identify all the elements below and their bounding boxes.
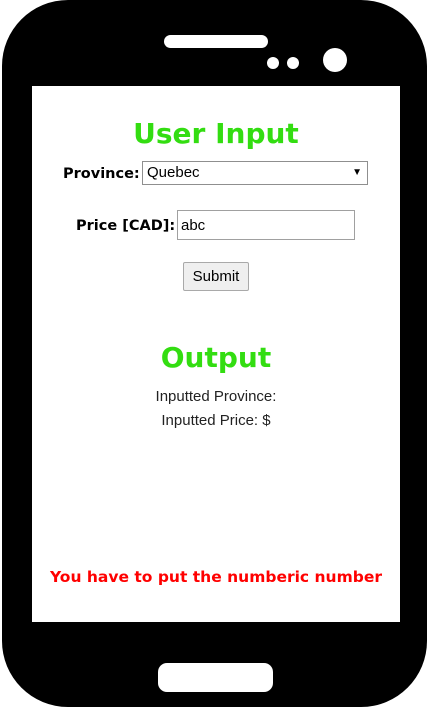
province-label: Province: <box>63 166 140 182</box>
speaker-grille <box>164 35 268 48</box>
output-heading: Output <box>160 341 272 374</box>
phone-screen: User Input Province: Quebec ▼ Price [CAD… <box>32 86 400 622</box>
price-label: Price [CAD]: <box>76 218 176 234</box>
price-input[interactable] <box>177 210 355 240</box>
user-input-heading: User Input <box>133 117 299 150</box>
province-select[interactable]: Quebec ▼ <box>142 161 368 185</box>
province-selected-value: Quebec <box>147 164 200 181</box>
inputted-province-text: Inputted Province: <box>155 388 277 405</box>
submit-button[interactable]: Submit <box>183 262 249 291</box>
error-message: You have to put the numberic number <box>50 568 382 586</box>
sensor-dot <box>267 57 279 69</box>
sensor-dot <box>287 57 299 69</box>
inputted-price-text: Inputted Price: $ <box>161 412 271 429</box>
camera-icon <box>323 48 347 72</box>
page: User Input Province: Quebec ▼ Price [CAD… <box>0 0 442 715</box>
home-button[interactable] <box>158 663 273 692</box>
chevron-down-icon: ▼ <box>352 167 362 178</box>
phone-frame: User Input Province: Quebec ▼ Price [CAD… <box>2 0 427 707</box>
